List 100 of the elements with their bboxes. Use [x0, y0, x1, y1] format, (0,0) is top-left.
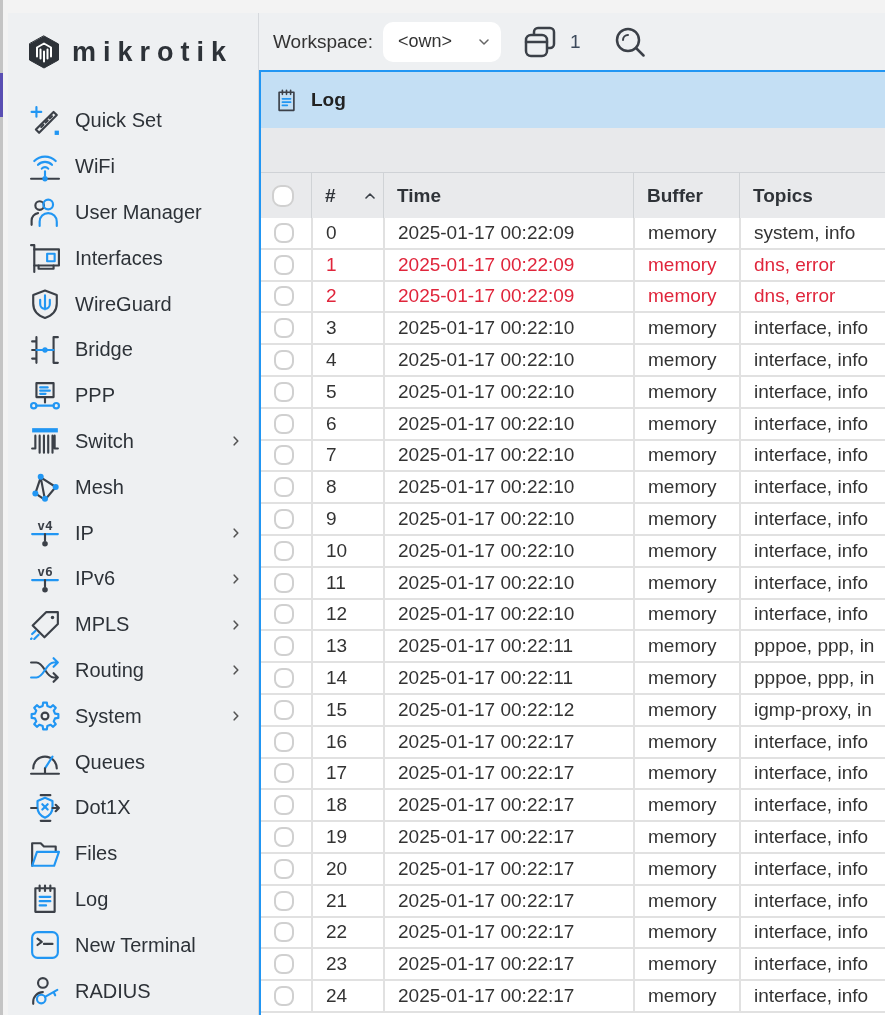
table-cell: pppoe, ppp, in [739, 631, 885, 662]
table-cell: memory [633, 218, 739, 248]
table-cell: 2025-01-17 00:22:17 [383, 790, 633, 821]
sidebar-item[interactable]: WireGuard [8, 281, 258, 327]
row-checkbox[interactable] [274, 731, 294, 752]
table-cell: 0 [311, 218, 383, 248]
table-cell: interface, info [739, 472, 885, 503]
table-cell: interface, info [739, 917, 885, 948]
table-cell: 22 [311, 917, 383, 948]
mesh-icon [30, 472, 60, 503]
table-cell: interface, info [739, 599, 885, 630]
sidebar-item[interactable]: MPLS [8, 601, 258, 648]
column-header[interactable]: Buffer [633, 173, 739, 218]
table-cell: memory [633, 790, 739, 821]
table-cell: memory [633, 694, 739, 725]
stacked-windows-icon[interactable] [523, 25, 556, 58]
row-checkbox[interactable] [274, 381, 294, 402]
sidebar-item[interactable]: WiFi [8, 143, 258, 190]
user-key-icon [30, 976, 60, 1007]
shuffle-icon [30, 655, 60, 686]
row-checkbox[interactable] [274, 890, 294, 911]
caret-down-icon [478, 38, 489, 45]
sidebar-item[interactable]: v4 IP [8, 510, 258, 556]
row-checkbox[interactable] [274, 318, 294, 339]
table-cell: memory [633, 631, 739, 662]
sidebar-item[interactable]: Mesh [8, 464, 258, 511]
sidebar-item[interactable]: Switch [8, 418, 258, 465]
table-cell: memory [633, 377, 739, 407]
notepad-icon [275, 88, 298, 112]
row-checkbox[interactable] [274, 986, 294, 1006]
table-cell: memory [633, 599, 739, 630]
row-checkbox[interactable] [274, 413, 294, 434]
row-checkbox[interactable] [274, 572, 294, 593]
sidebar-item[interactable]: Bridge [8, 327, 258, 373]
table-cell: 2025-01-17 00:22:11 [383, 631, 633, 662]
row-checkbox[interactable] [274, 254, 294, 275]
logo-icon [28, 35, 60, 69]
row-checkbox[interactable] [274, 636, 294, 657]
row-checkbox[interactable] [274, 222, 294, 243]
row-checkbox[interactable] [274, 699, 294, 720]
table-cell: interface, info [739, 981, 885, 1011]
row-checkbox[interactable] [274, 286, 294, 307]
table-cell: 2025-01-17 00:22:10 [383, 567, 633, 598]
sidebar-item[interactable]: RADIUS [8, 968, 258, 1014]
switch-icon [30, 426, 60, 457]
sidebar-item[interactable]: Log [8, 876, 258, 923]
column-header[interactable]: Topics [739, 173, 885, 218]
sidebar-item[interactable]: Dot1X [8, 784, 258, 831]
column-header[interactable]: # [311, 173, 383, 218]
table-cell: 9 [311, 504, 383, 534]
table-cell: 2025-01-17 00:22:17 [383, 949, 633, 980]
sidebar-item[interactable]: New Terminal [8, 922, 258, 969]
row-checkbox[interactable] [274, 763, 294, 784]
sidebar-item[interactable]: v6 IPv6 [8, 555, 258, 602]
table-cell: memory [633, 917, 739, 948]
row-checkbox[interactable] [274, 668, 294, 689]
table-cell: memory [633, 567, 739, 598]
search-icon[interactable] [614, 26, 645, 57]
row-checkbox[interactable] [274, 350, 294, 371]
sidebar-item[interactable]: Interfaces [8, 235, 258, 282]
row-checkbox[interactable] [274, 795, 294, 816]
table-cell: 19 [311, 822, 383, 852]
row-checkbox[interactable] [274, 445, 294, 466]
sidebar-item[interactable]: Queues [8, 739, 258, 785]
table-cell: memory [633, 822, 739, 852]
table-cell: memory [633, 885, 739, 916]
table-cell: 6 [311, 408, 383, 439]
sidebar-item[interactable]: Files [8, 830, 258, 877]
sidebar-item[interactable]: Routing [8, 647, 258, 694]
sidebar-item[interactable]: System [8, 693, 258, 740]
row-checkbox[interactable] [274, 540, 294, 561]
table-cell: 2025-01-17 00:22:10 [383, 504, 633, 534]
table-cell: 2025-01-17 00:22:10 [383, 440, 633, 471]
table-cell: 23 [311, 949, 383, 980]
table-cell: memory [633, 472, 739, 503]
table-cell: 10 [311, 535, 383, 566]
table-cell: dns, error [739, 281, 885, 312]
workspace-label: Workspace: [273, 30, 373, 53]
row-checkbox[interactable] [274, 858, 294, 879]
table-cell: interface, info [739, 313, 885, 344]
table-cell: interface, info [739, 504, 885, 534]
row-checkbox[interactable] [274, 509, 294, 530]
table-cell: 2025-01-17 00:22:09 [383, 281, 633, 312]
row-checkbox[interactable] [274, 604, 294, 625]
table-cell: interface, info [739, 440, 885, 471]
row-checkbox[interactable] [274, 922, 294, 943]
table-cell: 8 [311, 472, 383, 503]
row-checkbox[interactable] [274, 954, 294, 975]
row-checkbox[interactable] [274, 827, 294, 848]
table-cell: memory [633, 313, 739, 344]
sidebar-item[interactable]: Quick Set [8, 98, 258, 144]
sidebar-item[interactable]: PPP [8, 372, 258, 419]
sidebar-item[interactable]: User Manager [8, 189, 258, 236]
workspace-dropdown[interactable]: <own> [382, 21, 501, 62]
select-all-checkbox[interactable] [272, 184, 294, 207]
table-cell: memory [633, 535, 739, 566]
row-checkbox[interactable] [274, 477, 294, 498]
table-cell: 17 [311, 758, 383, 789]
column-header[interactable]: Time [383, 173, 633, 218]
table-cell: 1 [311, 249, 383, 280]
